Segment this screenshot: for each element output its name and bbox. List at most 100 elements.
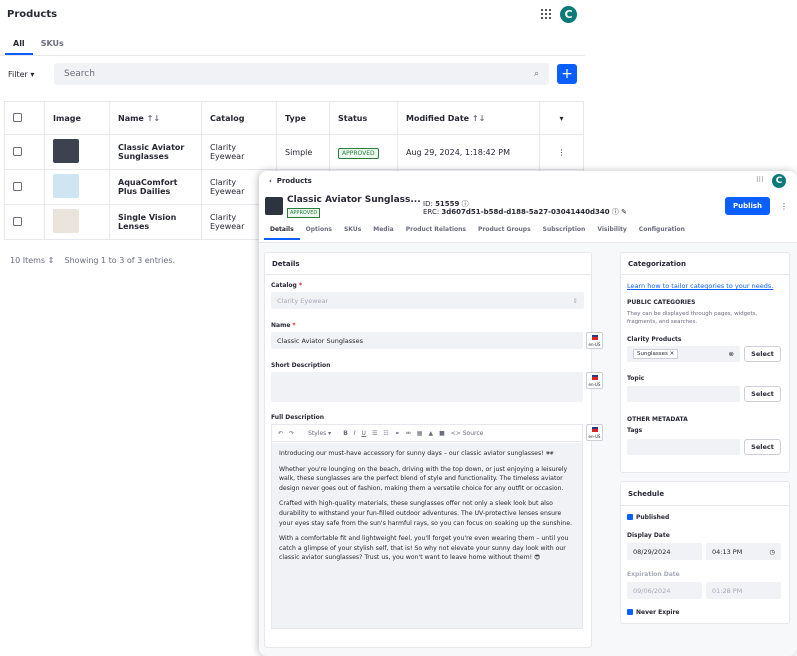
- remove-tag-icon[interactable]: ✕: [670, 351, 675, 357]
- bulleted-list-icon[interactable]: ☰: [372, 430, 377, 437]
- id-label: ID:: [423, 200, 433, 208]
- never-expire-checkbox[interactable]: [627, 609, 633, 615]
- details-card: Details Catalog * Clarity Eyewear ⇕ Name …: [264, 252, 603, 648]
- info-icon[interactable]: ⓘ: [462, 200, 469, 208]
- display-time-input[interactable]: 04:13 PM ◷: [706, 543, 781, 560]
- select-topic-button[interactable]: Select: [744, 386, 781, 402]
- tab-details[interactable]: Details: [264, 223, 300, 240]
- numbered-list-icon[interactable]: ☷: [383, 430, 388, 437]
- undo-icon[interactable]: ↶: [278, 430, 283, 437]
- col-modified[interactable]: Modified Date ↑↓: [397, 101, 540, 135]
- image-icon[interactable]: ▲: [428, 430, 433, 437]
- video-icon[interactable]: ■: [439, 430, 445, 437]
- underline-icon[interactable]: U: [362, 430, 366, 437]
- breadcrumb-label: Products: [276, 177, 312, 185]
- edit-pencil-icon[interactable]: ✎: [621, 208, 627, 216]
- locale-flag[interactable]: en-US: [586, 372, 603, 389]
- locale-flag[interactable]: en-US: [586, 332, 603, 349]
- avatar[interactable]: C: [560, 6, 577, 23]
- apps-grid-icon[interactable]: ⁝⁝⁝: [756, 175, 764, 184]
- bold-icon[interactable]: B: [343, 430, 348, 437]
- breadcrumb[interactable]: ‹ Products: [269, 177, 312, 185]
- styles-label: Styles: [308, 429, 327, 437]
- locale-flag[interactable]: en-US: [586, 424, 603, 441]
- short-description-input[interactable]: [271, 372, 583, 402]
- back-chevron-icon[interactable]: ‹: [269, 177, 272, 185]
- product-image: [265, 197, 283, 215]
- catalog-select[interactable]: Clarity Eyewear ⇕: [271, 292, 584, 309]
- tab-subscription[interactable]: Subscription: [537, 223, 592, 240]
- row-actions-icon[interactable]: ⋮: [558, 148, 566, 157]
- add-product-button[interactable]: +: [557, 64, 577, 84]
- apps-grid-icon[interactable]: [541, 9, 551, 19]
- clear-icon[interactable]: ⊗: [729, 350, 734, 358]
- italic-icon[interactable]: I: [354, 430, 356, 437]
- column-menu-icon[interactable]: ▾: [559, 114, 563, 123]
- link-icon[interactable]: ⚭: [395, 430, 400, 437]
- tab-configuration[interactable]: Configuration: [633, 223, 691, 240]
- product-name[interactable]: Single Vision Lenses: [109, 204, 202, 240]
- table-icon[interactable]: ▦: [417, 430, 423, 437]
- more-actions-icon[interactable]: ⋮: [780, 202, 788, 211]
- categories-input[interactable]: Sunglasses ✕ ⊗: [627, 346, 740, 362]
- tab-options[interactable]: Options: [300, 223, 338, 240]
- col-name-label: Name: [118, 113, 144, 123]
- clock-icon[interactable]: ◷: [769, 548, 775, 556]
- col-catalog: Catalog: [201, 101, 277, 135]
- publish-button[interactable]: Publish: [725, 197, 770, 215]
- row-checkbox[interactable]: [13, 216, 22, 226]
- filter-bar: Filter ▾ Search ⌕ +: [0, 56, 585, 92]
- tab-product-relations[interactable]: Product Relations: [400, 223, 472, 240]
- tab-skus[interactable]: SKUs: [33, 29, 72, 55]
- product-name[interactable]: AquaComfort Plus Dailies: [109, 169, 202, 205]
- categories-help-link[interactable]: Learn how to tailor categories to your n…: [627, 282, 773, 290]
- tags-input[interactable]: [627, 439, 740, 455]
- topic-input[interactable]: [627, 386, 740, 402]
- product-ids: ID: 51559 ⓘ ERC: 3d607d51-b58d-d188-5a27…: [423, 200, 627, 216]
- full-description-label: Full Description: [271, 414, 325, 421]
- filter-dropdown[interactable]: Filter ▾: [8, 70, 46, 79]
- avatar[interactable]: C: [772, 174, 786, 188]
- tab-media[interactable]: Media: [367, 223, 399, 240]
- table-row[interactable]: Classic Aviator Sunglasses Clarity Eyewe…: [4, 134, 584, 170]
- redo-icon[interactable]: ↷: [289, 430, 294, 437]
- select-tags-button[interactable]: Select: [744, 439, 781, 455]
- editor-toolbar: ↶ ↷ Styles ▾ BIU ☰ ☷ ⚭ ⚮ ▦ ▲ ■ <> Source: [272, 425, 582, 442]
- row-checkbox[interactable]: [13, 146, 22, 156]
- schedule-card: Schedule Published Display Date 08/29/20…: [620, 481, 790, 624]
- search-input[interactable]: Search ⌕: [54, 63, 549, 85]
- name-input[interactable]: Classic Aviator Sunglasses: [271, 332, 583, 349]
- never-expire-label: Never Expire: [636, 609, 680, 616]
- tab-product-groups[interactable]: Product Groups: [472, 223, 537, 240]
- info-icon[interactable]: ⓘ: [612, 208, 619, 216]
- top-bar: Products C: [0, 0, 585, 29]
- rich-text-editor[interactable]: ↶ ↷ Styles ▾ BIU ☰ ☷ ⚭ ⚮ ▦ ▲ ■ <> Source Intr…: [271, 424, 583, 629]
- vocabulary-label: Clarity Products: [627, 336, 682, 343]
- select-category-button[interactable]: Select: [744, 346, 781, 362]
- items-per-page-label: 10 Items: [10, 256, 46, 265]
- styles-dropdown[interactable]: Styles ▾: [308, 430, 331, 437]
- catalog-value: Clarity Eyewear: [277, 296, 329, 305]
- sort-icon[interactable]: ↑↓: [147, 114, 160, 123]
- topic-label: Topic: [627, 375, 645, 382]
- display-date-label: Display Date: [627, 532, 670, 539]
- unlink-icon[interactable]: ⚮: [406, 430, 411, 437]
- tab-all[interactable]: All: [5, 29, 33, 55]
- select-all-checkbox[interactable]: [13, 112, 22, 122]
- product-name[interactable]: Classic Aviator Sunglasses: [109, 134, 202, 170]
- display-date-input[interactable]: 08/29/2024: [627, 543, 702, 560]
- editor-content[interactable]: Introducing our must-have accessory for …: [272, 443, 582, 628]
- sort-icon[interactable]: ↑↓: [472, 114, 485, 123]
- row-checkbox[interactable]: [13, 181, 22, 191]
- items-per-page[interactable]: 10 Items ⇕: [10, 256, 54, 265]
- source-button[interactable]: <> Source: [451, 430, 484, 437]
- category-tag-label: Sunglasses: [637, 351, 668, 357]
- expiration-date-label: Expiration Date: [627, 571, 680, 578]
- page-title: Products: [7, 9, 58, 20]
- published-checkbox[interactable]: [627, 514, 633, 520]
- search-icon[interactable]: ⌕: [534, 69, 539, 79]
- tab-skus[interactable]: SKUs: [338, 223, 367, 240]
- tab-visibility[interactable]: Visibility: [591, 223, 632, 240]
- description-paragraph: Crafted with high-quality materials, the…: [279, 500, 572, 527]
- col-name[interactable]: Name ↑↓: [109, 101, 202, 135]
